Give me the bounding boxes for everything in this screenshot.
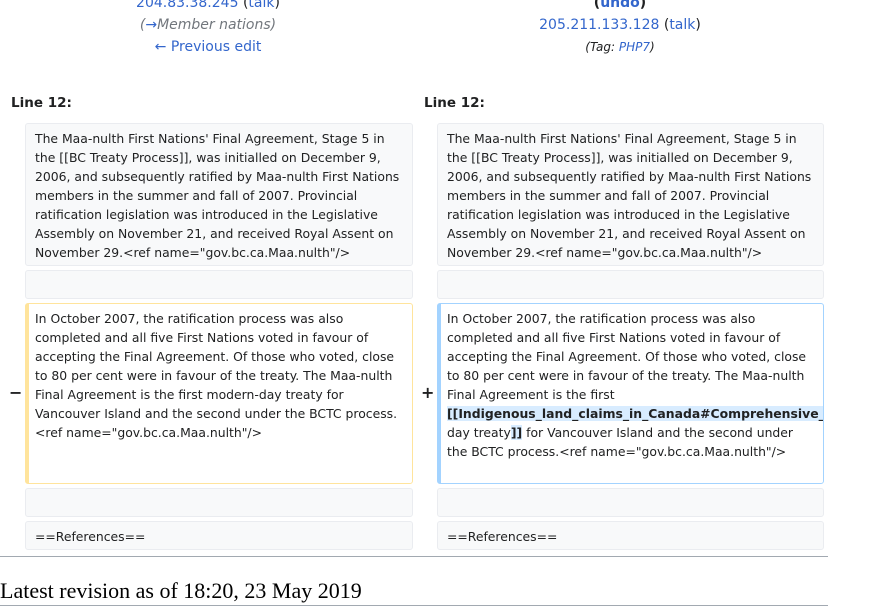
deleted-line: In October 2007, the ratification proces… xyxy=(25,303,413,484)
added-marker: + xyxy=(421,383,435,402)
right-user-ip-link[interactable]: 205.211.133.128 xyxy=(539,17,659,33)
left-context-paragraph: The Maa-nulth First Nations' Final Agree… xyxy=(25,123,413,266)
left-user-ip-link[interactable]: 204.83.38.245 xyxy=(136,0,238,11)
left-edit-summary: (→Member nations) xyxy=(139,17,277,33)
right-user-talk-link[interactable]: talk xyxy=(669,17,695,33)
left-user-talk-link[interactable]: talk xyxy=(248,0,274,11)
right-line-number: Line 12: xyxy=(424,95,485,111)
deleted-marker: − xyxy=(9,383,23,402)
left-revision-header: 204.83.38.245 (talk) (→Member nations) ←… xyxy=(108,0,308,58)
tag-php7-link[interactable]: PHP7 xyxy=(619,40,650,54)
latest-revision-heading: Latest revision as of 18:20, 23 May 2019 xyxy=(0,578,362,603)
tag-prefix: Tag: xyxy=(589,40,619,54)
inserted-link-close: ]] xyxy=(510,425,523,440)
right-empty-context xyxy=(437,270,824,299)
undo-row: (undo) xyxy=(520,0,720,14)
section-arrow-link[interactable]: → xyxy=(145,17,157,33)
tag-row: (Tag: PHP7) xyxy=(585,40,655,54)
previous-edit-row: ← Previous edit xyxy=(108,36,308,58)
left-line-number: Line 12: xyxy=(11,95,72,111)
right-context-paragraph: The Maa-nulth First Nations' Final Agree… xyxy=(437,123,824,266)
left-user-line: 204.83.38.245 (talk) xyxy=(108,0,308,14)
left-empty-context-2 xyxy=(25,488,413,517)
previous-edit-link[interactable]: ← Previous edit xyxy=(155,39,262,55)
left-empty-context xyxy=(25,270,413,299)
edit-summary-text: Member nations xyxy=(157,17,271,33)
right-user-line: 205.211.133.128 (talk) xyxy=(539,17,701,33)
undo-link[interactable]: undo xyxy=(600,0,640,11)
right-references-heading: ==References== xyxy=(437,521,824,550)
added-text-before: In October 2007, the ratification proces… xyxy=(447,311,807,402)
inserted-link-target: [[Indigenous_land_claims_in_Canada#Compr… xyxy=(447,406,823,421)
left-references-heading: ==References== xyxy=(25,521,413,550)
heading-underline xyxy=(0,605,828,606)
right-empty-context-2 xyxy=(437,488,824,517)
diff-bottom-divider xyxy=(0,556,828,557)
added-line: In October 2007, the ratification proces… xyxy=(437,303,824,484)
right-revision-header: (undo) 205.211.133.128 (talk) (Tag: PHP7… xyxy=(520,0,720,58)
